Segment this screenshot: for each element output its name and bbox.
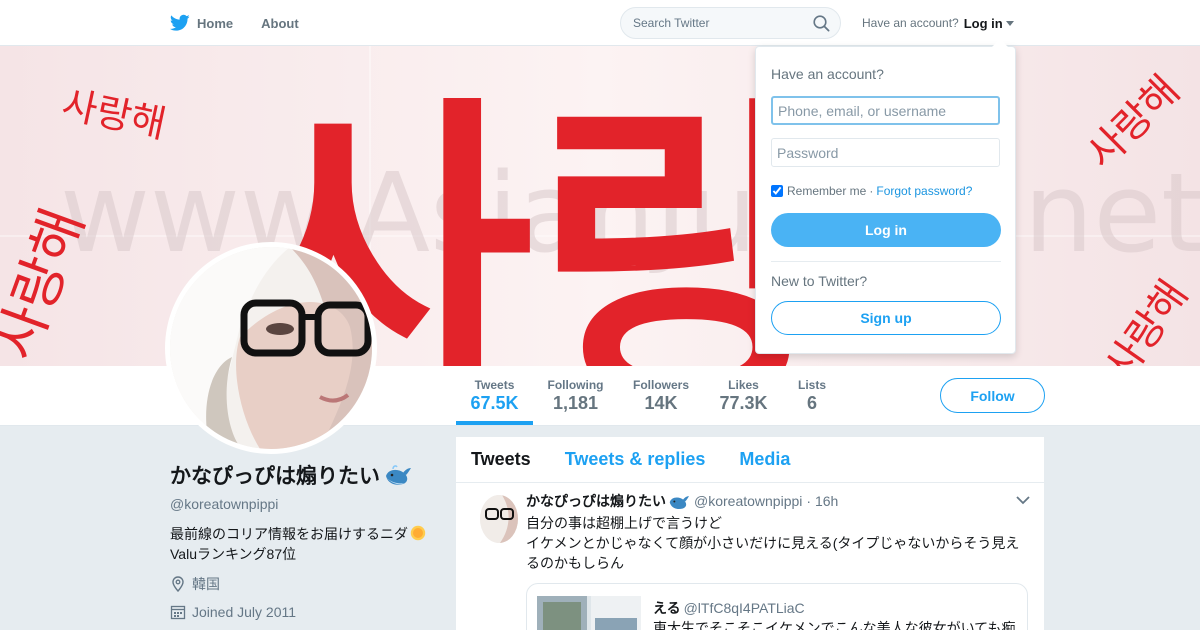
tweet-text-line: 自分の事は超棚上げで言うけど <box>526 515 722 531</box>
chevron-down-icon[interactable] <box>1016 495 1030 505</box>
tweet-text-line: イケメンとかじゃなくて顔が小さいだけに見える(タイプじゃないからそう見え <box>526 535 1020 551</box>
nav-home[interactable]: Home <box>170 14 233 32</box>
nav-about-label: About <box>261 15 299 31</box>
tweet-avatar[interactable] <box>480 495 518 543</box>
username-input[interactable] <box>771 96 1000 125</box>
stat-label: Following <box>547 378 604 392</box>
profile-sidebar: かなぴっぴは煽りたい @koreatownpippi 最前線のコリア情報をお届け… <box>170 460 440 620</box>
remember-me-checkbox[interactable] <box>771 185 783 197</box>
account-area: Have an account? Log in <box>862 0 1014 46</box>
tab-media[interactable]: Media <box>739 449 790 470</box>
login-dropdown-toggle[interactable]: Log in <box>964 16 1014 31</box>
timeline-tabs: Tweets Tweets & replies Media <box>456 437 1044 483</box>
display-name-text: かなぴっぴは煽りたい <box>170 465 380 488</box>
global-nav: Home About <box>170 0 327 46</box>
separator: · <box>869 184 874 198</box>
twitter-bird-icon <box>170 14 190 31</box>
login-link-label: Log in <box>963 15 1003 31</box>
profile-display-name[interactable]: かなぴっぴは煽りたい <box>170 460 440 490</box>
have-account-label: Have an account? <box>862 16 959 30</box>
tweet-text: 自分の事は超棚上げで言うけど イケメンとかじゃなくて顔が小さいだけに見える(タイ… <box>526 513 1028 573</box>
timeline: Tweets Tweets & replies Media かなぴっぴは煽りたい… <box>456 437 1044 630</box>
stat-label: Likes <box>728 378 759 392</box>
stat-value: 6 <box>806 393 817 413</box>
location-text: 韓国 <box>192 576 220 592</box>
dropdown-arrow <box>992 39 1008 47</box>
profile-avatar[interactable] <box>165 242 377 454</box>
tweet-timestamp[interactable]: · 16h <box>806 493 838 509</box>
joined-text: Joined July 2011 <box>192 604 297 620</box>
tab-tweets-and-replies[interactable]: Tweets & replies <box>565 449 706 470</box>
quoted-tweet-text: 東大生でそこそこイケメンでこんな美人な彼女がいても痴 <box>653 620 1016 630</box>
bio-line-1: 最前線のコリア情報をお届けするニダ <box>170 526 408 542</box>
tweet-author-handle[interactable]: @koreatownpippi <box>694 493 802 509</box>
stat-value: 14K <box>644 393 678 413</box>
password-input[interactable] <box>771 138 1000 167</box>
tab-tweets[interactable]: Tweets <box>471 449 531 470</box>
forgot-password-link[interactable]: Forgot password? <box>876 184 972 198</box>
remember-me-row: Remember me · Forgot password? <box>771 184 972 198</box>
quoted-tweet-author: える @lTfC8qI4PATLiaC <box>653 598 805 618</box>
quoted-author-handle: @lTfC8qI4PATLiaC <box>683 600 805 616</box>
search-box <box>620 7 841 39</box>
stat-following[interactable]: Following 1,181 <box>540 378 611 414</box>
calendar-icon <box>170 605 186 620</box>
quoted-tweet-thumbnail <box>537 596 641 630</box>
profile-bio: 最前線のコリア情報をお届けするニダ Valuランキング87位 <box>170 524 440 564</box>
top-navigation-bar: Home About Have an account? Log in <box>0 0 1200 46</box>
stat-label: Followers <box>632 378 689 392</box>
sun-emoji-icon <box>410 525 426 541</box>
tweet-text-line: るのかもしらん <box>526 555 624 571</box>
avatar-image <box>170 247 372 449</box>
location-pin-icon <box>172 576 184 592</box>
quoted-author-name: える <box>653 600 681 616</box>
signup-button[interactable]: Sign up <box>771 301 1001 335</box>
stat-value: 67.5K <box>470 393 519 413</box>
caret-down-icon <box>1005 21 1014 26</box>
stat-lists[interactable]: Lists 6 <box>792 378 832 414</box>
login-dropdown: Have an account? Remember me · Forgot pa… <box>755 39 1016 354</box>
search-icon[interactable] <box>813 15 830 32</box>
search-input[interactable] <box>633 16 803 30</box>
whale-emoji-icon <box>386 465 411 485</box>
follow-button[interactable]: Follow <box>940 378 1045 413</box>
tweet-header: かなぴっぴは煽りたい @koreatownpippi · 16h <box>526 491 1028 511</box>
profile-handle[interactable]: @koreatownpippi <box>170 496 440 512</box>
bio-line-2: Valuランキング87位 <box>170 546 297 562</box>
nav-home-label: Home <box>197 15 234 31</box>
nav-about[interactable]: About <box>261 16 299 31</box>
tweet[interactable]: かなぴっぴは煽りたい @koreatownpippi · 16h 自分の事は超棚… <box>456 483 1044 630</box>
quoted-tweet[interactable]: える @lTfC8qI4PATLiaC 東大生でそこそこイケメンでこんな美人な彼女… <box>526 583 1028 630</box>
whale-emoji-icon <box>669 495 690 509</box>
stat-label: Tweets <box>474 378 515 392</box>
stat-likes[interactable]: Likes 77.3K <box>714 378 773 414</box>
login-dropdown-title: Have an account? <box>771 66 884 82</box>
login-button[interactable]: Log in <box>771 213 1001 247</box>
active-stat-underline <box>456 421 533 425</box>
tweet-author-name[interactable]: かなぴっぴは煽りたい <box>526 491 666 511</box>
stat-label: Lists <box>797 378 826 392</box>
remember-me-label[interactable]: Remember me <box>787 184 866 198</box>
stat-value: 1,181 <box>552 393 599 413</box>
profile-joined-date: Joined July 2011 <box>170 604 440 620</box>
new-to-twitter-label: New to Twitter? <box>771 273 868 289</box>
stat-value: 77.3K <box>719 393 768 413</box>
dropdown-divider <box>771 261 1001 262</box>
profile-location: 韓国 <box>170 574 440 594</box>
stat-followers[interactable]: Followers 14K <box>626 378 696 414</box>
stat-tweets[interactable]: Tweets 67.5K <box>458 378 531 414</box>
